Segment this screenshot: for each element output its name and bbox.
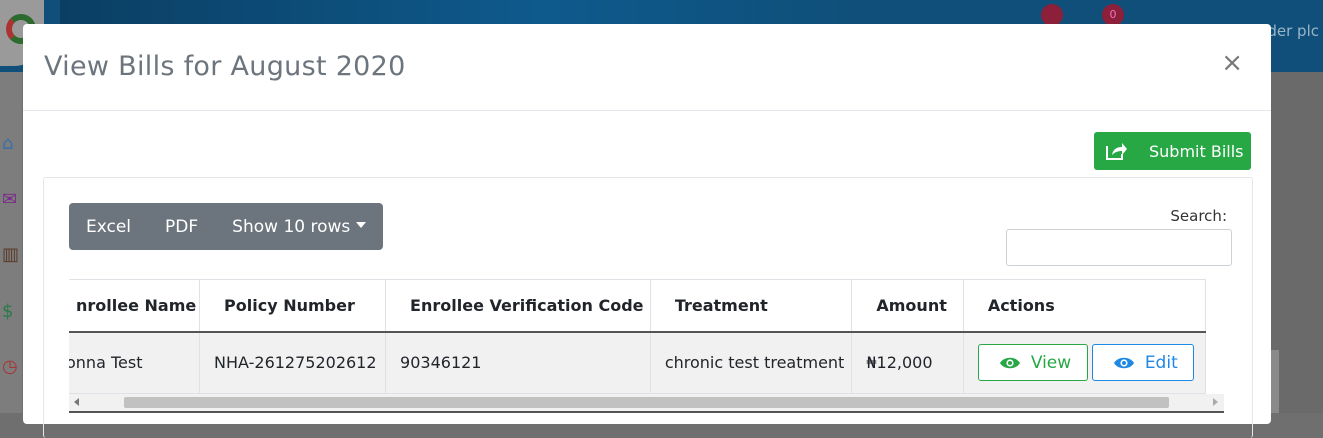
search-label: Search:: [1170, 207, 1227, 225]
clock-icon[interactable]: ◷: [2, 357, 22, 377]
view-bills-modal: View Bills for August 2020 × Submit Bill…: [23, 24, 1271, 438]
modal-title: View Bills for August 2020: [44, 51, 406, 82]
cell-verification-code: 90346121: [385, 331, 651, 394]
bills-table-container: nrollee Name Policy Number Enrollee Veri…: [69, 279, 1224, 438]
money-icon[interactable]: $: [2, 302, 22, 322]
horizontal-scrollbar[interactable]: [69, 394, 1224, 411]
cell-policy-number: NHA-261275202612: [199, 331, 387, 394]
eye-icon: [1113, 357, 1134, 368]
col-actions[interactable]: Actions: [962, 279, 1207, 333]
close-button[interactable]: ×: [1215, 48, 1249, 78]
app-sidebar: ⌂ ✉ ▥ $ ◷: [0, 72, 22, 413]
bills-card: Excel PDF Show 10 rows Search: nrollee N…: [43, 177, 1253, 438]
bills-table: nrollee Name Policy Number Enrollee Veri…: [69, 279, 1207, 394]
export-button-group: Excel PDF Show 10 rows: [69, 203, 384, 250]
submit-bills-button[interactable]: Submit Bills: [1094, 132, 1251, 170]
table-row: onna Test NHA-261275202612 90346121 chro…: [69, 331, 1207, 394]
search-input[interactable]: [1006, 229, 1232, 266]
caret-down-icon: [356, 221, 367, 228]
home-icon[interactable]: ⌂: [2, 134, 22, 154]
message-badge: 0: [1102, 4, 1124, 26]
edit-label: Edit: [1144, 352, 1178, 373]
show-rows-dropdown[interactable]: Show 10 rows: [215, 203, 383, 250]
col-treatment[interactable]: Treatment: [649, 279, 853, 333]
notification-badge: [1041, 4, 1063, 26]
cell-enrollee-name: onna Test: [69, 331, 201, 394]
building-icon[interactable]: ▥: [2, 245, 22, 265]
mail-icon[interactable]: ✉: [2, 190, 22, 210]
cell-treatment: chronic test treatment: [649, 331, 853, 394]
excel-button[interactable]: Excel: [69, 203, 148, 250]
cell-actions: View Edit: [962, 331, 1207, 394]
cell-amount: ₦12,000: [851, 331, 964, 394]
col-amount[interactable]: Amount: [851, 279, 964, 333]
modal-header: View Bills for August 2020 ×: [23, 24, 1271, 111]
scrollbar-thumb[interactable]: [124, 397, 1169, 408]
eye-icon: [999, 357, 1020, 368]
col-policy-number[interactable]: Policy Number: [199, 279, 387, 333]
table-header-row: nrollee Name Policy Number Enrollee Veri…: [69, 279, 1207, 333]
scroll-left-icon[interactable]: [74, 398, 79, 406]
pdf-button[interactable]: PDF: [148, 203, 215, 250]
view-label: View: [1030, 352, 1072, 373]
share-icon: [1106, 143, 1127, 160]
submit-bills-label: Submit Bills: [1149, 141, 1244, 161]
page-card-edge: [1271, 350, 1279, 413]
view-button[interactable]: View: [977, 344, 1088, 382]
scroll-right-icon[interactable]: [1213, 398, 1218, 406]
show-rows-label: Show 10 rows: [232, 216, 351, 237]
col-enrollee-name[interactable]: nrollee Name: [69, 279, 201, 333]
company-name: der plc: [1267, 22, 1319, 40]
edit-button[interactable]: Edit: [1091, 344, 1194, 382]
col-verification-code[interactable]: Enrollee Verification Code: [385, 279, 651, 333]
